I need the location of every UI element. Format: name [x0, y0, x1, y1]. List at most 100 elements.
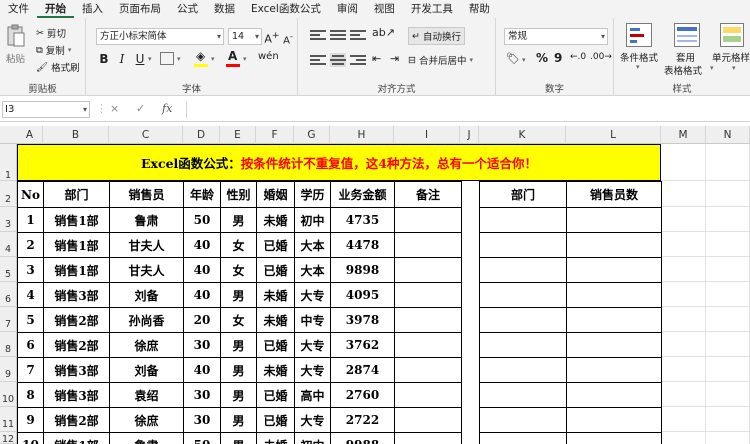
- row-header-11[interactable]: 11: [0, 407, 17, 432]
- column-header-n[interactable]: N: [706, 126, 750, 144]
- column-header-l[interactable]: L: [566, 126, 661, 144]
- cell-department[interactable]: 销售2部: [43, 332, 110, 358]
- row-header-5[interactable]: 5: [0, 257, 17, 282]
- menu-home[interactable]: 开始: [37, 0, 74, 18]
- cell-amount[interactable]: 4095: [330, 282, 395, 308]
- cell-gender[interactable]: 男: [220, 357, 257, 383]
- cell-gender[interactable]: 男: [220, 432, 257, 444]
- fill-color-icon[interactable]: ◈: [196, 49, 205, 63]
- align-bottom-icon[interactable]: [350, 28, 366, 42]
- cell-education[interactable]: 大专: [294, 332, 331, 358]
- sheet-title-cell[interactable]: Excel函数公式： 按条件统计不重复值，这4种方法，总有一个适合你！: [17, 144, 661, 181]
- cell-remarks[interactable]: [394, 232, 462, 258]
- menu-excel-functions[interactable]: Excel函数公式: [243, 0, 329, 18]
- copy-button[interactable]: ⧉ 复制 ▾: [36, 43, 71, 58]
- font-color-icon[interactable]: A: [228, 49, 237, 63]
- column-header-j[interactable]: J: [460, 126, 479, 144]
- underline-button[interactable]: U: [132, 51, 148, 67]
- cell-marital[interactable]: 已婚: [256, 232, 295, 258]
- header-cell-amount[interactable]: 业务金额: [330, 181, 395, 208]
- cell-marital[interactable]: 未婚: [256, 357, 295, 383]
- cell-no[interactable]: 5: [17, 307, 44, 333]
- column-header-g[interactable]: G: [294, 126, 330, 144]
- cell-salesperson-count[interactable]: [566, 407, 662, 433]
- cell-education[interactable]: 初中: [294, 432, 331, 444]
- cell-education[interactable]: 大专: [294, 282, 331, 308]
- cell-salesperson[interactable]: 徐庶: [109, 407, 184, 433]
- header-cell-department[interactable]: 部门: [43, 181, 110, 208]
- row-header-4[interactable]: 4: [0, 232, 17, 257]
- cell-salesperson-count[interactable]: [566, 207, 662, 233]
- cell-salesperson[interactable]: 甘夫人: [109, 257, 184, 283]
- header-cell-department[interactable]: 部门: [479, 181, 567, 208]
- cell-department[interactable]: 销售1部: [43, 257, 110, 283]
- cell-age[interactable]: 30: [183, 407, 221, 433]
- cell-gender[interactable]: 女: [220, 307, 257, 333]
- paste-button[interactable]: [6, 24, 26, 48]
- cell-gender[interactable]: 男: [220, 382, 257, 408]
- row-header-8[interactable]: 8: [0, 332, 17, 357]
- column-header-b[interactable]: B: [43, 126, 109, 144]
- cell-department[interactable]: 销售1部: [43, 232, 110, 258]
- cell-no[interactable]: 2: [17, 232, 44, 258]
- cell-marital[interactable]: 已婚: [256, 382, 295, 408]
- header-cell-salesperson[interactable]: 销售员: [109, 181, 184, 208]
- column-header-i[interactable]: I: [394, 126, 460, 144]
- cell-gender[interactable]: 女: [220, 257, 257, 283]
- cell-amount[interactable]: 2874: [330, 357, 395, 383]
- align-right-icon[interactable]: [350, 53, 366, 67]
- column-header-h[interactable]: H: [330, 126, 394, 144]
- cell-amount[interactable]: 9988: [330, 432, 395, 444]
- cell-department[interactable]: 销售3部: [43, 357, 110, 383]
- cell-remarks[interactable]: [394, 432, 462, 444]
- column-header-c[interactable]: C: [109, 126, 183, 144]
- cell-marital[interactable]: 未婚: [256, 282, 295, 308]
- cell-no[interactable]: 9: [17, 407, 44, 433]
- cell-education[interactable]: 大本: [294, 232, 331, 258]
- cell-age[interactable]: 50: [183, 207, 221, 233]
- row-header-12[interactable]: 12: [0, 432, 17, 444]
- cell-marital[interactable]: 未婚: [256, 207, 295, 233]
- percent-button[interactable]: %: [536, 51, 548, 65]
- cell-remarks[interactable]: [394, 282, 462, 308]
- header-cell-marital[interactable]: 婚姻: [256, 181, 295, 208]
- format-painter-button[interactable]: 🖌 格式刷: [36, 60, 80, 75]
- format-as-table-label-1[interactable]: 套用: [676, 50, 695, 64]
- cell-remarks[interactable]: [394, 407, 462, 433]
- chevron-down-icon[interactable]: ▾: [243, 55, 247, 63]
- cell-salesperson-count[interactable]: [566, 232, 662, 258]
- column-header-a[interactable]: A: [17, 126, 43, 144]
- column-header-m[interactable]: M: [661, 126, 706, 144]
- row-header-2[interactable]: 2: [0, 181, 17, 207]
- chevron-down-icon[interactable]: ▾: [636, 63, 640, 71]
- cell-salesperson[interactable]: 甘夫人: [109, 232, 184, 258]
- align-top-icon[interactable]: [310, 28, 326, 42]
- cell-marital[interactable]: 未婚: [256, 307, 295, 333]
- format-as-table-icon[interactable]: [674, 23, 700, 47]
- cell-department[interactable]: 销售1部: [43, 207, 110, 233]
- cell-amount[interactable]: 3978: [330, 307, 395, 333]
- cell-salesperson[interactable]: 鲁肃: [109, 432, 184, 444]
- cell-no[interactable]: 6: [17, 332, 44, 358]
- increase-decimal-icon[interactable]: ←.0: [570, 52, 586, 62]
- cell-department[interactable]: [479, 407, 567, 433]
- cell-no[interactable]: 7: [17, 357, 44, 383]
- row-header-6[interactable]: 6: [0, 282, 17, 307]
- cell-salesperson[interactable]: 刘备: [109, 357, 184, 383]
- cell-age[interactable]: 40: [183, 357, 221, 383]
- header-cell-remarks[interactable]: 备注: [394, 181, 462, 208]
- cut-button[interactable]: ✂ 剪切: [36, 26, 66, 41]
- cell-gender[interactable]: 女: [220, 232, 257, 258]
- cell-remarks[interactable]: [394, 357, 462, 383]
- cell-education[interactable]: 中专: [294, 307, 331, 333]
- menu-data[interactable]: 数据: [206, 0, 243, 18]
- chevron-down-icon[interactable]: ▾: [522, 56, 526, 64]
- cell-department[interactable]: [479, 282, 567, 308]
- cell-age[interactable]: 40: [183, 232, 221, 258]
- chevron-down-icon[interactable]: ▾: [211, 55, 215, 63]
- cell-no[interactable]: 10: [17, 432, 44, 444]
- cell-remarks[interactable]: [394, 207, 462, 233]
- cell-salesperson[interactable]: 袁绍: [109, 382, 184, 408]
- cell-department[interactable]: [479, 207, 567, 233]
- shrink-font-button[interactable]: A-: [280, 28, 296, 46]
